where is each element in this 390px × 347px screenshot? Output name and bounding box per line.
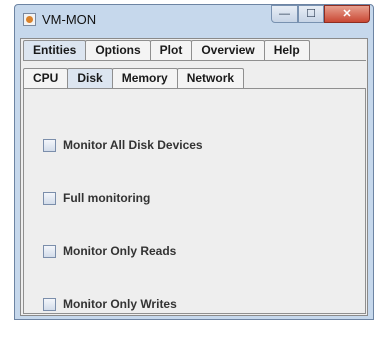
tab-overview[interactable]: Overview [191, 40, 265, 60]
java-app-icon [23, 13, 36, 26]
monitor-only-reads-checkbox[interactable]: Monitor Only Reads [43, 244, 176, 258]
checkbox-box[interactable] [43, 138, 56, 152]
title-bar[interactable]: VM-MON — ☐ ✕ [15, 5, 373, 35]
main-tab-divider [23, 60, 366, 61]
checkbox-label: Monitor Only Writes [63, 297, 177, 311]
checkbox-label: Monitor All Disk Devices [63, 138, 203, 152]
main-tab-bar: Entities Options Plot Overview Help [23, 40, 310, 60]
tab-options[interactable]: Options [85, 40, 151, 60]
app-window: VM-MON — ☐ ✕ Entities Options Plot Overv… [14, 4, 374, 320]
tab-memory[interactable]: Memory [111, 68, 178, 88]
maximize-button[interactable]: ☐ [298, 5, 324, 23]
tab-cpu[interactable]: CPU [23, 68, 69, 88]
tab-help[interactable]: Help [263, 40, 310, 60]
tab-entities[interactable]: Entities [23, 40, 87, 60]
tab-disk[interactable]: Disk [67, 68, 113, 88]
tab-network[interactable]: Network [176, 68, 245, 88]
checkbox-box[interactable] [43, 244, 56, 258]
checkbox-box[interactable] [43, 191, 56, 205]
tab-plot[interactable]: Plot [149, 40, 193, 60]
minimize-button[interactable]: — [271, 5, 298, 23]
close-button[interactable]: ✕ [324, 5, 370, 23]
checkbox-label: Monitor Only Reads [63, 244, 177, 258]
checkbox-label: Full monitoring [63, 191, 151, 205]
client-area: Entities Options Plot Overview Help CPU … [20, 38, 368, 316]
sub-tab-bar: CPU Disk Memory Network [23, 68, 245, 88]
monitor-all-disk-devices-checkbox[interactable]: Monitor All Disk Devices [43, 138, 203, 152]
checkbox-box[interactable] [43, 297, 56, 311]
window-title: VM-MON [42, 12, 97, 27]
monitor-only-writes-checkbox[interactable]: Monitor Only Writes [43, 297, 177, 311]
full-monitoring-checkbox[interactable]: Full monitoring [43, 191, 150, 205]
